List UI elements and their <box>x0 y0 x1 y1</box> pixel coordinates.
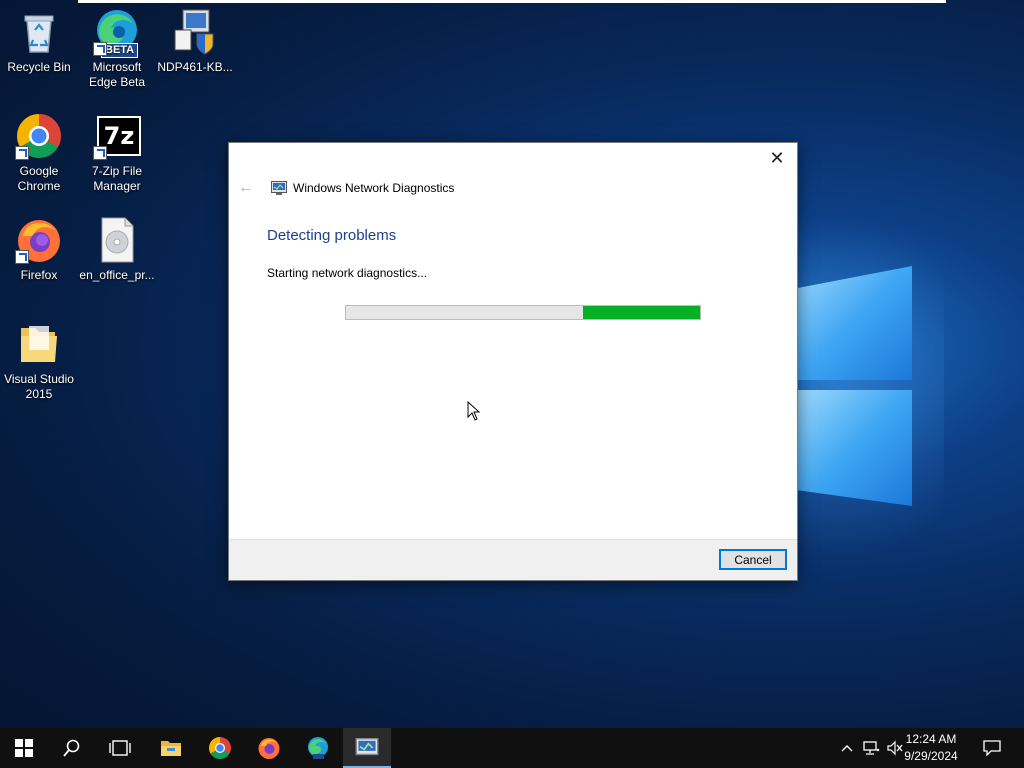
shortcut-arrow-icon <box>93 42 107 56</box>
disc-image-file-icon <box>93 216 141 264</box>
installer-icon <box>171 8 219 56</box>
show-hidden-icons-button[interactable] <box>838 728 856 768</box>
cancel-button[interactable]: Cancel <box>719 549 787 570</box>
desktop-icon-label: Recycle Bin <box>7 60 71 74</box>
firefox-taskbar-button[interactable] <box>245 728 293 768</box>
progress-bar <box>345 305 701 320</box>
dialog-heading: Detecting problems <box>267 227 397 244</box>
search-icon <box>63 739 80 757</box>
desktop-icon-office-iso[interactable]: en_office_pr... <box>78 216 156 283</box>
shortcut-arrow-icon <box>15 250 29 264</box>
network-diagnostics-icon <box>271 181 287 195</box>
file-explorer-icon <box>161 741 181 756</box>
recycle-bin-icon <box>15 8 63 56</box>
network-icon <box>863 741 880 755</box>
chrome-taskbar-button[interactable] <box>196 728 244 768</box>
chrome-icon <box>15 112 63 160</box>
chrome-icon <box>209 737 231 759</box>
edge-beta-icon: BETA <box>93 8 141 58</box>
desktop-icon-firefox[interactable]: Firefox <box>0 216 78 283</box>
clock-date: 9/29/2024 <box>904 749 958 763</box>
edge-beta-icon <box>308 737 328 759</box>
sevenzip-icon: 7z <box>93 112 141 160</box>
desktop-icon-recycle-bin[interactable]: Recycle Bin <box>0 8 78 75</box>
close-icon[interactable]: ✕ <box>765 147 789 169</box>
folder-icon <box>15 320 63 368</box>
dialog-title: Windows Network Diagnostics <box>293 181 455 195</box>
task-view-icon <box>109 740 131 756</box>
status-text: Starting network diagnostics... <box>267 266 428 280</box>
desktop-icon-edge-beta[interactable]: BETA Microsoft Edge Beta <box>78 8 156 90</box>
action-center-button[interactable] <box>978 728 1006 768</box>
dialog-footer: Cancel <box>229 539 797 580</box>
desktop-icon-chrome[interactable]: Google Chrome <box>0 112 78 194</box>
desktop-icon-label: Google Chrome <box>17 164 61 193</box>
clock-time: 12:24 AM <box>905 732 957 746</box>
edge-beta-taskbar-button[interactable] <box>294 728 342 768</box>
taskbar-clock[interactable]: 12:24 AM 9/29/2024 <box>896 731 966 765</box>
desktop-icon-label: en_office_pr... <box>79 268 155 282</box>
desktop-icon-label: 7-Zip File Manager <box>91 164 142 193</box>
task-view-button[interactable] <box>96 728 144 768</box>
network-diagnostics-dialog: ✕ ← Windows Network Diagnostics Detectin… <box>228 142 798 581</box>
network-diagnostics-icon <box>355 738 379 756</box>
desktop-icon-label: Firefox <box>20 268 58 282</box>
chevron-up-icon <box>841 745 853 752</box>
shortcut-arrow-icon <box>93 146 107 160</box>
network-tray-button[interactable] <box>860 728 882 768</box>
search-button[interactable] <box>48 728 96 768</box>
firefox-icon <box>15 216 63 264</box>
wallpaper-windows-logo <box>794 266 914 506</box>
start-button[interactable] <box>0 728 48 768</box>
back-arrow-icon[interactable]: ← <box>237 179 255 197</box>
progress-fill <box>583 306 700 319</box>
desktop-icon-label: Visual Studio 2015 <box>4 372 74 401</box>
desktop-icon-label: Microsoft Edge Beta <box>88 60 146 89</box>
shortcut-arrow-icon <box>15 146 29 160</box>
window-edge-strip <box>78 0 946 3</box>
firefox-icon <box>258 738 280 759</box>
network-diagnostics-taskbar-button[interactable] <box>343 728 391 768</box>
taskbar: 12:24 AM 9/29/2024 <box>0 728 1024 768</box>
desktop-icon-visual-studio-2015[interactable]: Visual Studio 2015 <box>0 320 78 402</box>
windows-start-icon <box>15 739 33 757</box>
mouse-cursor-icon <box>467 400 481 426</box>
file-explorer-button[interactable] <box>147 728 195 768</box>
notification-icon <box>983 740 1001 756</box>
desktop-icon-label: NDP461-KB... <box>157 60 233 74</box>
desktop-icon-ndp461[interactable]: NDP461-KB... <box>156 8 234 75</box>
dialog-header: ← Windows Network Diagnostics <box>237 177 454 199</box>
desktop-icon-7zip[interactable]: 7z 7-Zip File Manager <box>78 112 156 194</box>
